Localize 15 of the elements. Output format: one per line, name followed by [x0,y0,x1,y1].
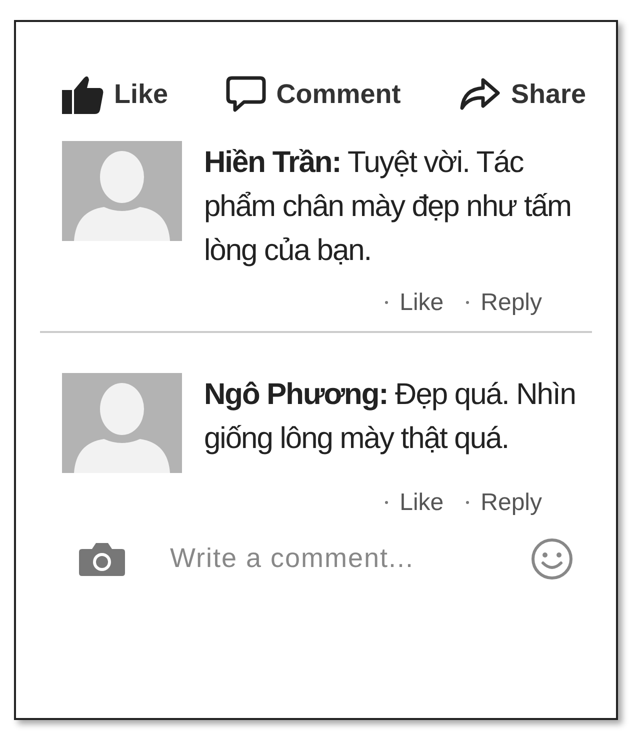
share-button[interactable]: Share [458,74,586,114]
speech-bubble-icon [226,75,266,114]
comment-link[interactable]: Like [400,284,444,320]
share-arrow-icon [458,77,501,112]
comment-text: Ngô Phương: Đẹp quá. Nhìn giống lông mày thật quá. [204,376,576,456]
comment-link[interactable]: Reply [480,284,542,320]
camera-icon[interactable] [78,540,126,576]
like-button[interactable]: Like [60,74,168,114]
comment-input-field[interactable]: Write a comment... [170,538,530,579]
comment-text: Hiền Trần: Tuyệt vời. Tác phẩm chân mày đẹp như tấm lòng của bạn. [204,144,572,268]
comment-link[interactable]: Like [400,484,444,520]
comment-button[interactable]: Comment [226,74,401,114]
comment-link[interactable]: Reply [480,484,542,520]
smiley-icon[interactable] [530,536,574,580]
thumbs-up-icon [60,74,104,114]
